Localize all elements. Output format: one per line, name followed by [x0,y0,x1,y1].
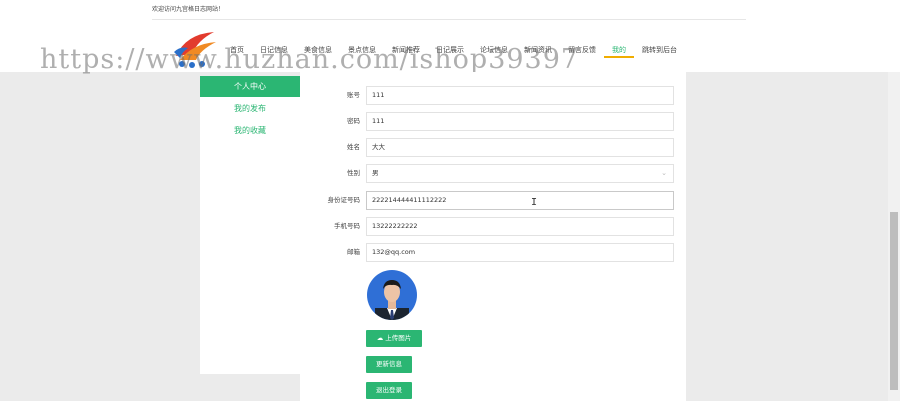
password-field[interactable]: 111 [366,112,674,131]
sidebar-item-my-favorites[interactable]: 我的收藏 [200,120,300,141]
nav-news[interactable]: 新闻资讯 [516,44,560,58]
welcome-text: 欢迎访问九宫格日志网站！ [152,6,225,13]
email-field[interactable]: 132@qq.com [366,243,674,262]
nav-diary-display[interactable]: 日记展示 [428,44,472,58]
gender-value: 男 [372,169,379,177]
name-field[interactable]: 大大 [366,138,674,157]
gender-row: 性别 男 ⌄ [300,164,686,183]
site-logo[interactable] [170,26,220,70]
password-row: 密码 111 [300,112,686,131]
field-label: 姓名 [347,143,360,151]
field-label: 手机号码 [334,222,360,230]
main-nav: 首页 日记信息 美食信息 景点信息 新闻推荐 日记展示 论坛信息 新闻资讯 留言… [222,44,685,58]
chevron-down-icon: ⌄ [661,169,667,177]
nav-news-recommend[interactable]: 新闻推荐 [384,44,428,58]
top-bar: 欢迎访问九宫格日志网站！ 首页 日记信息 美食信息 景点信息 新闻推荐 日记展示… [0,0,900,72]
phone-row: 手机号码 13222222222 [300,217,686,236]
nav-home[interactable]: 首页 [222,44,252,58]
sidebar: 个人中心 我的发布 我的收藏 [200,76,300,374]
scrollbar-thumb[interactable] [890,212,898,390]
sidebar-item-my-posts[interactable]: 我的发布 [200,98,300,119]
id-card-row: 身份证号码 222214444411112222 [300,191,686,210]
avatar [367,270,417,320]
field-label: 密码 [347,117,360,125]
field-label: 性别 [347,169,360,177]
text-cursor-icon: I [531,197,538,208]
nav-scenic-info[interactable]: 景点信息 [340,44,384,58]
phone-field[interactable]: 13222222222 [366,217,674,236]
nav-diary-info[interactable]: 日记信息 [252,44,296,58]
sidebar-item-personal-center[interactable]: 个人中心 [200,76,300,97]
logout-button[interactable]: 退出登录 [366,382,412,399]
cloud-upload-icon: ☁ [376,334,384,342]
nav-food-info[interactable]: 美食信息 [296,44,340,58]
account-field[interactable]: 111 [366,86,674,105]
gender-select[interactable]: 男 ⌄ [366,164,674,183]
email-row: 邮箱 132@qq.com [300,243,686,262]
nav-admin[interactable]: 跳转到后台 [634,44,685,58]
update-info-button[interactable]: 更新信息 [366,356,412,373]
nav-feedback[interactable]: 留言反馈 [560,44,604,58]
field-label: 邮箱 [347,248,360,256]
profile-form: 账号 111 密码 111 姓名 大大 性别 男 ⌄ 身份证号码 2222144… [300,72,686,401]
account-row: 账号 111 [300,86,686,105]
upload-image-button[interactable]: ☁ 上传图片 [366,330,422,347]
nav-forum-info[interactable]: 论坛信息 [472,44,516,58]
field-label: 身份证号码 [327,196,361,204]
divider [152,19,746,20]
id-card-field[interactable]: 222214444411112222 [366,191,674,210]
nav-mine[interactable]: 我的 [604,44,634,58]
upload-label: 上传图片 [385,334,412,342]
name-row: 姓名 大大 [300,138,686,157]
field-label: 账号 [347,91,360,99]
